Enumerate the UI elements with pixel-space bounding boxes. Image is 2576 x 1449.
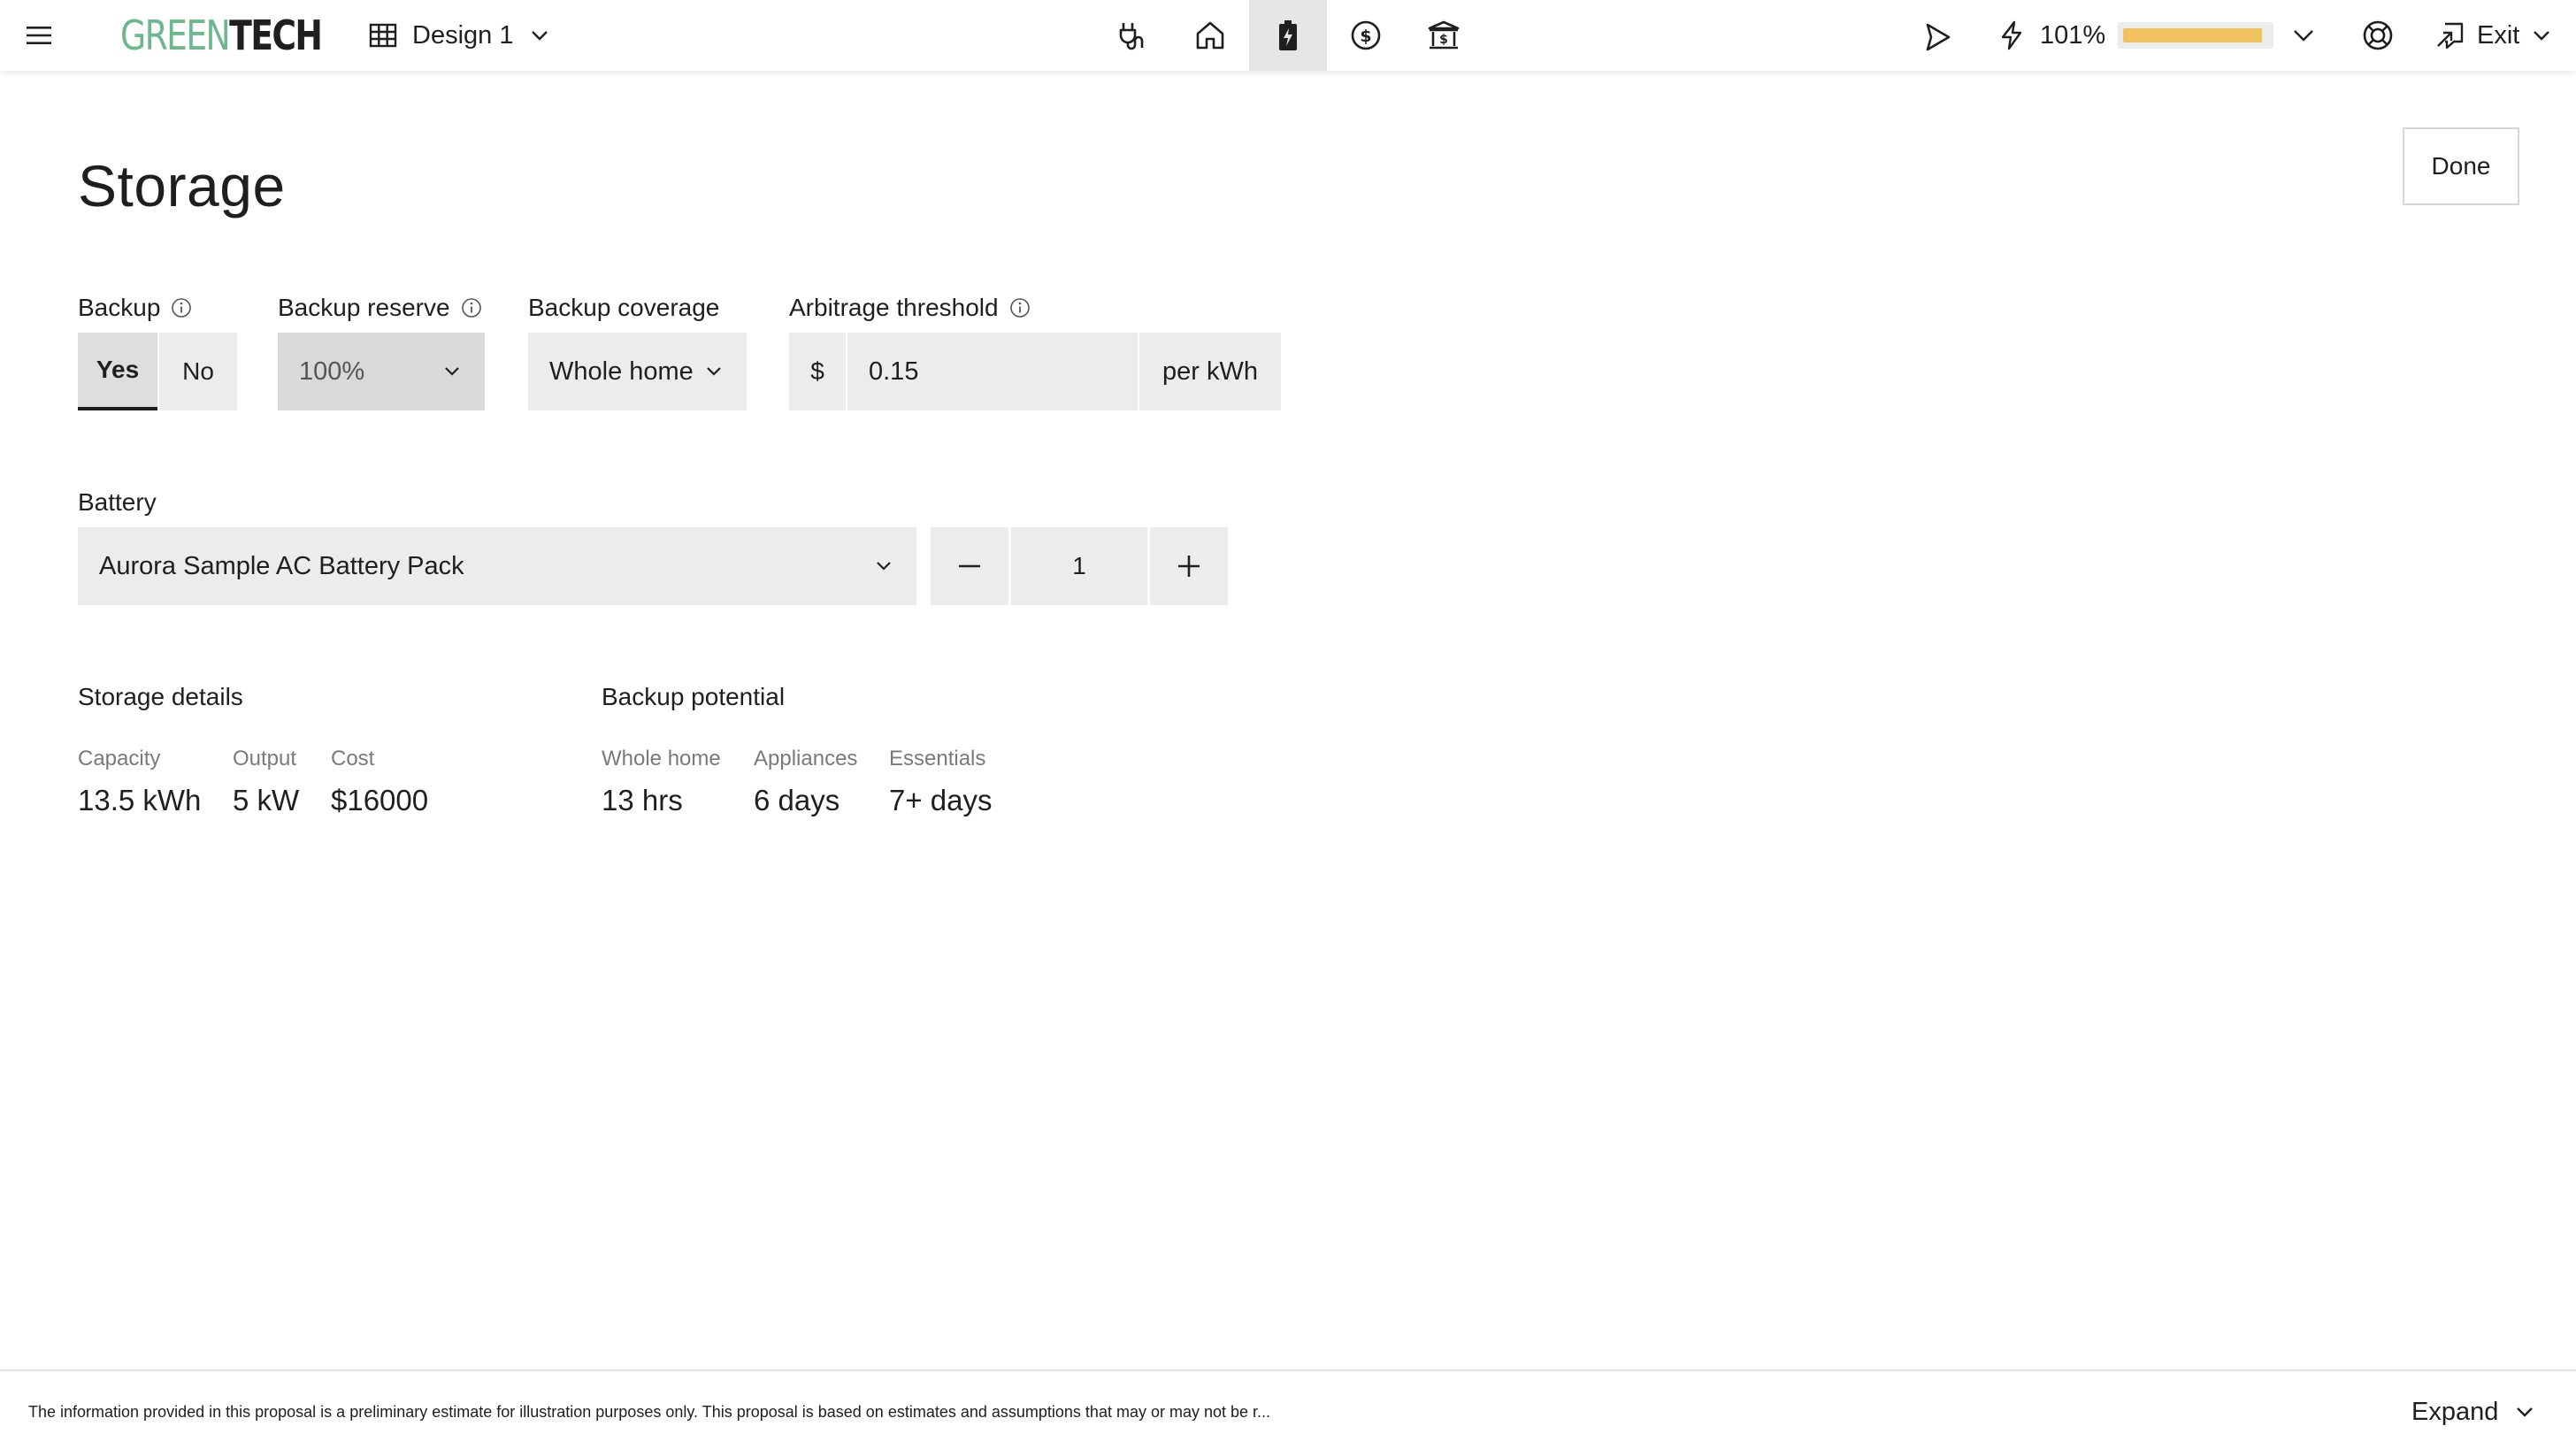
hamburger-menu-icon[interactable] xyxy=(23,19,55,51)
backup-reserve-value: 100% xyxy=(299,356,365,386)
stat-label-whole-home: Whole home xyxy=(602,747,721,770)
backup-coverage-label: Backup coverage xyxy=(528,294,720,321)
tab-storage[interactable] xyxy=(1249,0,1327,71)
stat-label-output: Output xyxy=(233,747,297,770)
stat-value-capacity: 13.5 kWh xyxy=(78,784,202,816)
chevron-down-icon[interactable] xyxy=(2288,19,2319,51)
increment-button[interactable] xyxy=(1150,527,1228,605)
send-icon[interactable] xyxy=(1920,19,1955,55)
chevron-down-icon xyxy=(527,23,552,48)
energy-offset-bar-fill xyxy=(2123,28,2263,42)
battery-label: Battery xyxy=(78,488,157,516)
info-icon[interactable] xyxy=(171,297,192,318)
chevron-down-icon xyxy=(2512,1399,2537,1424)
chevron-down-icon xyxy=(441,360,464,383)
info-icon[interactable] xyxy=(1009,297,1031,318)
design-selector[interactable]: Design 1 xyxy=(368,16,552,55)
stat-value-cost: $16000 xyxy=(331,784,429,816)
storage-details-title: Storage details xyxy=(78,683,243,710)
tab-home[interactable] xyxy=(1171,0,1249,71)
help-lifebuoy-icon[interactable] xyxy=(2360,18,2396,53)
backup-reserve-label-row: Backup reserve xyxy=(278,294,482,322)
exit-button[interactable]: Exit xyxy=(2434,16,2553,55)
energy-offset-indicator: 101% xyxy=(1996,16,2274,55)
logo-text-green: GREEN xyxy=(120,12,231,59)
arbitrage-threshold-label: Arbitrage threshold xyxy=(789,294,999,321)
stat-value-appliances: 6 days xyxy=(754,784,840,816)
backup-label: Backup xyxy=(78,294,161,321)
backup-coverage-label-row: Backup coverage xyxy=(528,294,719,322)
disclaimer-text: The information provided in this proposa… xyxy=(28,1403,1271,1421)
grid-icon xyxy=(368,20,398,50)
unit-suffix: per kWh xyxy=(1139,333,1281,410)
exit-label: Exit xyxy=(2477,20,2520,50)
battery-label-row: Battery xyxy=(78,488,157,517)
currency-prefix: $ xyxy=(789,333,846,410)
tab-incentives[interactable]: $ xyxy=(1405,0,1483,71)
backup-coverage-select[interactable]: Whole home xyxy=(528,333,747,410)
energy-offset-value: 101% xyxy=(2040,20,2106,50)
stat-label-capacity: Capacity xyxy=(78,747,161,770)
stat-label-essentials: Essentials xyxy=(889,747,986,770)
backup-reserve-label: Backup reserve xyxy=(278,294,450,321)
chevron-down-icon xyxy=(872,555,895,578)
top-bar: GREEN TECH Design 1 $ $ 101% Exit xyxy=(0,0,2576,71)
bank-icon: $ xyxy=(1426,18,1461,53)
backup-potential-title: Backup potential xyxy=(602,683,786,710)
info-icon[interactable] xyxy=(461,297,482,318)
exit-icon xyxy=(2434,19,2466,51)
tab-financing[interactable]: $ xyxy=(1327,0,1405,71)
disclaimer-footer: The information provided in this proposa… xyxy=(0,1369,2576,1449)
stat-value-essentials: 7+ days xyxy=(889,784,993,816)
stat-value-output: 5 kW xyxy=(233,784,300,816)
dollar-circle-icon: $ xyxy=(1348,18,1384,53)
battery-select[interactable]: Aurora Sample AC Battery Pack xyxy=(78,527,916,605)
svg-text:$: $ xyxy=(1439,33,1448,47)
stat-value-whole-home: 13 hrs xyxy=(602,784,683,816)
plus-icon xyxy=(1176,553,1202,579)
backup-toggle: Yes No xyxy=(78,333,237,410)
battery-select-value: Aurora Sample AC Battery Pack xyxy=(99,551,464,580)
logo-text-dark: TECH xyxy=(229,12,323,59)
backup-reserve-select[interactable]: 100% xyxy=(278,333,485,410)
battery-icon xyxy=(1270,18,1306,53)
backup-yes-option[interactable]: Yes xyxy=(78,333,157,410)
decrement-button[interactable] xyxy=(931,527,1008,605)
mode-tabs: $ $ xyxy=(1093,0,1483,71)
tab-plug[interactable] xyxy=(1093,0,1171,71)
chevron-down-icon xyxy=(702,360,725,383)
backup-no-option[interactable]: No xyxy=(159,333,237,410)
energy-offset-bar xyxy=(2118,22,2274,49)
svg-text:$: $ xyxy=(1360,27,1371,46)
app-root: GREEN TECH Design 1 $ $ 101% Exit Storag… xyxy=(0,0,2576,1449)
plug-icon xyxy=(1115,18,1150,53)
greentech-logo: GREEN TECH xyxy=(120,7,365,64)
stat-label-appliances: Appliances xyxy=(754,747,858,770)
design-selector-label: Design 1 xyxy=(412,20,514,50)
stat-label-cost: Cost xyxy=(331,747,375,770)
arbitrage-label-row: Arbitrage threshold xyxy=(789,294,1031,322)
expand-label: Expand xyxy=(2411,1397,2499,1426)
battery-quantity-value[interactable]: 1 xyxy=(1011,527,1147,605)
page-title: Storage xyxy=(78,153,286,218)
chevron-down-icon xyxy=(2530,24,2553,47)
expand-button[interactable]: Expand xyxy=(2411,1394,2537,1430)
done-button[interactable]: Done xyxy=(2403,127,2519,205)
home-icon xyxy=(1192,18,1228,53)
lightning-icon xyxy=(1996,19,2028,51)
backup-coverage-value: Whole home xyxy=(549,356,694,386)
backup-label-row: Backup xyxy=(78,294,192,322)
battery-quantity-stepper: 1 xyxy=(931,527,1228,605)
arbitrage-threshold-input[interactable]: 0.15 xyxy=(847,333,1138,410)
arbitrage-threshold-field: $ 0.15 per kWh xyxy=(789,333,1281,410)
minus-icon xyxy=(956,553,983,579)
